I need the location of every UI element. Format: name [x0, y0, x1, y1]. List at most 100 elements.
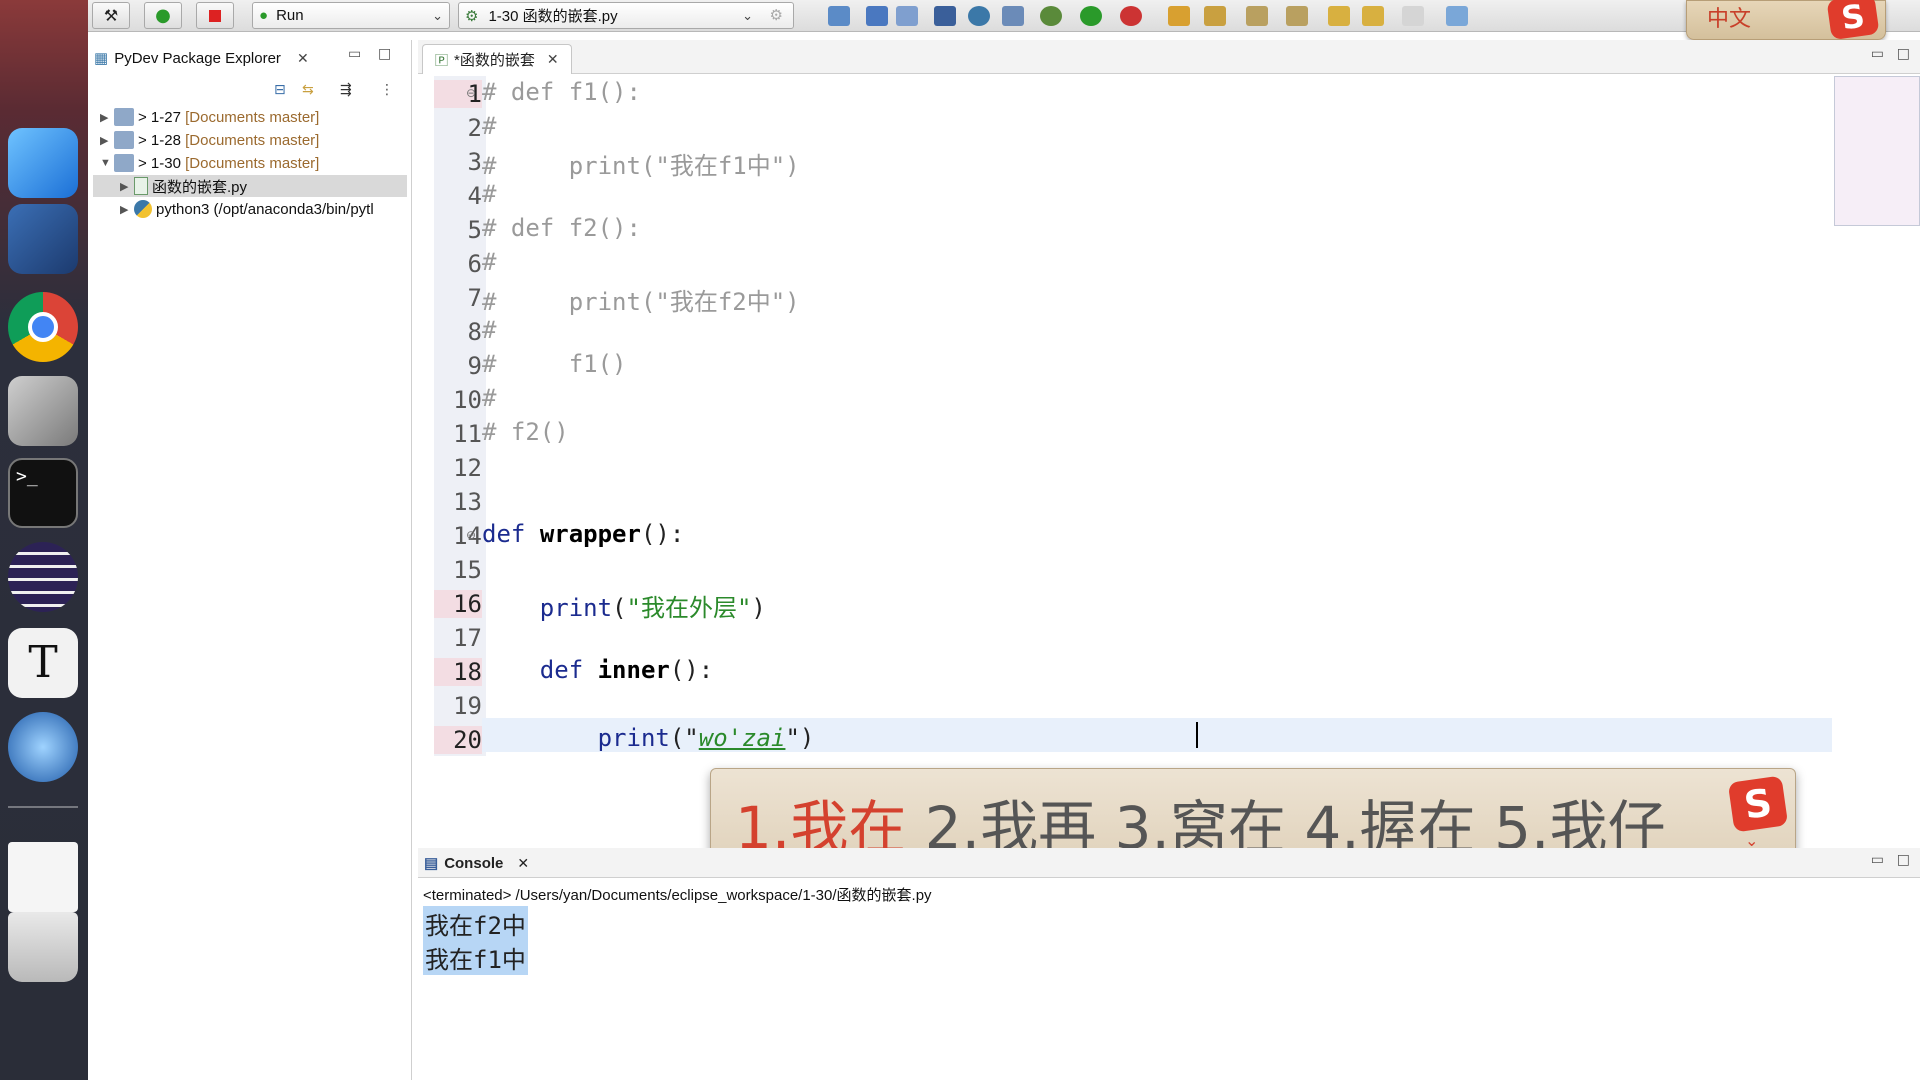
- git-decoration: [Documents master]: [185, 108, 320, 126]
- run-icon[interactable]: [1080, 6, 1102, 26]
- sogou-logo-icon: S: [1727, 775, 1789, 833]
- tab-console[interactable]: ▤ Console ✕: [424, 850, 529, 876]
- code-line[interactable]: # f1(): [482, 350, 627, 378]
- code-line[interactable]: #: [482, 180, 496, 208]
- monitor-icon[interactable]: [934, 6, 956, 26]
- annotation-icon[interactable]: [1204, 6, 1226, 26]
- collapse-arrow-icon[interactable]: ▼: [100, 157, 114, 169]
- code-line[interactable]: print("我在外层"): [482, 588, 766, 623]
- fold-toggle-icon[interactable]: ⊖: [466, 86, 476, 100]
- quicktime-icon[interactable]: [8, 712, 78, 782]
- build-button[interactable]: ⚒: [92, 2, 130, 29]
- back-icon[interactable]: [1362, 6, 1384, 26]
- code-line[interactable]: #: [482, 384, 496, 412]
- code-line[interactable]: # def f2():: [482, 214, 641, 242]
- console-icon: ▤: [424, 855, 439, 872]
- open-folder-icon[interactable]: [1168, 6, 1190, 26]
- collapse-all-icon[interactable]: ⊟: [274, 82, 286, 98]
- debug-icon[interactable]: [1040, 6, 1062, 26]
- save-all-icon[interactable]: [896, 6, 918, 26]
- expand-arrow-icon[interactable]: ▶: [120, 180, 134, 193]
- tree-item-project[interactable]: ▶ > 1-28 [Documents master]: [100, 129, 319, 151]
- minimize-icon[interactable]: ▭: [348, 46, 361, 62]
- fold-toggle-icon[interactable]: ⊖: [466, 528, 476, 542]
- expand-arrow-icon[interactable]: ▶: [120, 203, 134, 216]
- close-icon[interactable]: ✕: [517, 855, 529, 872]
- project-folder-icon: [114, 108, 134, 126]
- code-line[interactable]: #: [482, 316, 496, 344]
- chrome-icon[interactable]: [8, 292, 78, 362]
- expand-arrow-icon[interactable]: ▶: [100, 111, 114, 124]
- code-line[interactable]: # def f1():: [482, 78, 641, 106]
- code-line[interactable]: def wrapper():: [482, 520, 684, 548]
- console-output[interactable]: <terminated> /Users/yan/Documents/eclips…: [418, 878, 1920, 1080]
- line-number: 15: [453, 556, 482, 584]
- run-external-icon[interactable]: [1120, 6, 1142, 26]
- close-icon[interactable]: ✕: [297, 50, 309, 67]
- minimize-icon[interactable]: ▭: [1871, 852, 1884, 868]
- code-editor[interactable]: 1 ⊖ # def f1(): 2 # 3 # print("我在f1中") 4…: [418, 74, 1834, 814]
- run-icon: ●: [259, 7, 269, 24]
- document-thumbnail-icon[interactable]: [8, 842, 78, 912]
- next-annotation-icon[interactable]: [1246, 6, 1268, 26]
- close-icon[interactable]: ✕: [547, 51, 559, 68]
- code-line[interactable]: #: [482, 248, 496, 276]
- maximize-icon[interactable]: □: [378, 46, 391, 62]
- last-edit-icon[interactable]: [1328, 6, 1350, 26]
- code-line[interactable]: print("wo'zai"): [482, 724, 815, 752]
- view-menu-icon[interactable]: ⋮: [380, 82, 394, 98]
- terminal-icon[interactable]: >_: [8, 458, 78, 528]
- package-icon[interactable]: [1002, 6, 1024, 26]
- tree-item-interpreter[interactable]: ▶ python3 (/opt/anaconda3/bin/pytl: [120, 198, 374, 220]
- ime-composition-token: wo'zai: [698, 724, 786, 752]
- code-line[interactable]: #: [482, 112, 496, 140]
- sogou-logo-icon: S: [1826, 0, 1880, 41]
- chevron-down-icon: ⌄: [432, 8, 443, 23]
- ime-mode-label[interactable]: 中文: [1707, 1, 1751, 33]
- code-line[interactable]: # f2(): [482, 418, 569, 446]
- tree-item-label: 函数的嵌套.py: [152, 178, 248, 196]
- tab-editor-file[interactable]: 🄿 *函数的嵌套 ✕: [422, 44, 572, 74]
- overview-ruler[interactable]: [1834, 76, 1920, 226]
- gear-icon[interactable]: ⚙: [770, 6, 783, 24]
- new-window-icon[interactable]: [828, 6, 850, 26]
- line-number: 10: [453, 386, 482, 414]
- tree-item-label: > 1-30: [138, 154, 181, 172]
- maximize-icon[interactable]: □: [1897, 46, 1910, 62]
- editor-tab-label: *函数的嵌套: [454, 52, 535, 69]
- save-icon[interactable]: [866, 6, 888, 26]
- link-with-editor-icon[interactable]: ⇆: [302, 82, 314, 98]
- trash-icon[interactable]: [8, 912, 78, 982]
- filter-icon[interactable]: ⇶: [340, 82, 352, 98]
- tree-item-project[interactable]: ▶ > 1-27 [Documents master]: [100, 106, 319, 128]
- code-line[interactable]: def inner():: [482, 656, 713, 684]
- tab-package-explorer[interactable]: ▦ PyDev Package Explorer ✕: [94, 44, 309, 72]
- textedit-icon[interactable]: T: [8, 628, 78, 698]
- minimize-icon[interactable]: ▭: [1871, 46, 1884, 62]
- line-number: 13: [453, 488, 482, 516]
- code-line[interactable]: # print("我在f2中"): [482, 282, 800, 317]
- run-button[interactable]: ●: [144, 2, 182, 29]
- python-icon[interactable]: [968, 6, 990, 26]
- maximize-icon[interactable]: □: [1897, 852, 1910, 868]
- expand-arrow-icon[interactable]: ▶: [100, 134, 114, 147]
- terminate-button[interactable]: [196, 2, 234, 29]
- file-selector-combo[interactable]: ⚙ 1-30 函数的嵌套.py ⌄ ⚙: [458, 2, 794, 29]
- virtualbox-icon[interactable]: [8, 204, 78, 274]
- macos-dock: >_ T: [0, 0, 88, 1080]
- perspective-icon[interactable]: [1446, 6, 1468, 26]
- forward-icon[interactable]: [1402, 6, 1424, 26]
- console-output-line: 我在f2中: [423, 906, 528, 941]
- eclipse-icon[interactable]: [8, 542, 78, 612]
- finder-icon[interactable]: [8, 128, 78, 198]
- function-name-token: inner: [597, 656, 670, 684]
- tree-item-file[interactable]: ▶ 函数的嵌套.py: [93, 175, 407, 197]
- tree-item-label: > 1-27: [138, 108, 181, 126]
- keyword-token: def: [482, 520, 526, 548]
- tree-item-project[interactable]: ▼ > 1-30 [Documents master]: [100, 152, 319, 174]
- line-number: 6: [467, 250, 482, 278]
- screenshot-tool-icon[interactable]: [8, 376, 78, 446]
- run-config-combo[interactable]: ● Run ⌄: [252, 2, 450, 29]
- previous-annotation-icon[interactable]: [1286, 6, 1308, 26]
- code-line[interactable]: # print("我在f1中"): [482, 146, 800, 181]
